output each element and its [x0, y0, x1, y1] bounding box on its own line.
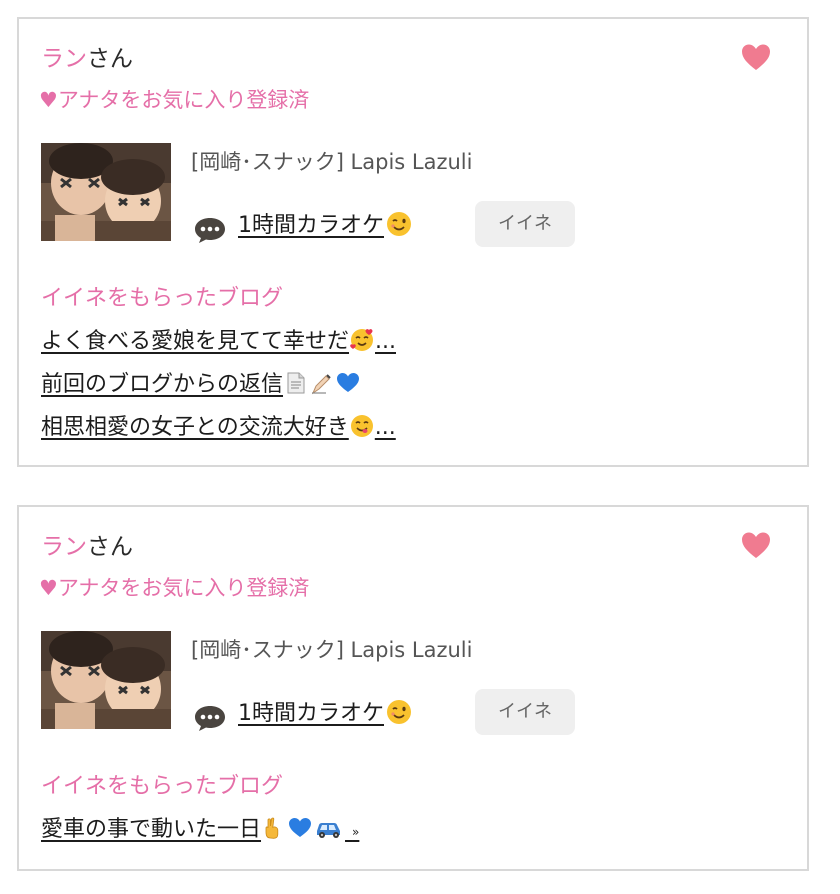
- list-item: 相思相愛の女子との交流大好き ...: [41, 413, 396, 456]
- user-name: ランさん: [41, 45, 133, 73]
- blog-title-ellipsis: ...: [374, 415, 396, 440]
- shop-name: [岡崎･スナック] Lapis Lazuli: [191, 638, 473, 662]
- post-title-link[interactable]: 1時間カラオケ: [238, 699, 412, 728]
- user-name-highlight: ラン: [41, 534, 87, 560]
- shop-name: [岡崎･スナック] Lapis Lazuli: [191, 150, 473, 174]
- profile-photo[interactable]: [41, 631, 171, 729]
- post-title-text: 1時間カラオケ: [238, 701, 384, 726]
- iine-button[interactable]: イイネ: [475, 201, 575, 247]
- list-item: よく食べる愛娘を見てて幸せだ ...: [41, 327, 396, 370]
- smiling-face-with-hearts-emoji: [350, 329, 374, 351]
- user-card: ランさん ♥アナタをお気に入り登録済 [岡崎･スナック] Lapis Lazul…: [17, 505, 809, 871]
- list-item: 前回のブログからの返信: [41, 370, 396, 413]
- liked-blogs-heading: イイネをもらったブログ: [41, 286, 284, 311]
- speech-bubble-icon: [195, 218, 225, 243]
- face-savoring-food-emoji: [350, 415, 373, 437]
- user-name-suffix: さん: [87, 534, 133, 560]
- user-name-highlight: ラン: [41, 46, 87, 72]
- favorite-status: ♥アナタをお気に入り登録済: [39, 576, 310, 600]
- car-emoji: [317, 823, 341, 838]
- blog-title: 相思相愛の女子との交流大好き: [41, 415, 349, 440]
- iine-button[interactable]: イイネ: [475, 689, 575, 735]
- heart-icon[interactable]: [741, 531, 771, 561]
- speech-bubble-icon: [195, 706, 225, 731]
- writing-hand-icon: [311, 374, 331, 395]
- blog-link[interactable]: 愛車の事で動いた一日 »: [41, 817, 359, 842]
- liked-blog-list: 愛車の事で動いた一日 »: [41, 815, 359, 858]
- blog-title: 愛車の事で動いた一日: [41, 817, 262, 842]
- liked-blog-list: よく食べる愛娘を見てて幸せだ ... 前回のブログからの返信 相思相愛の女子との…: [41, 327, 396, 456]
- blog-title-ellipsis: ...: [375, 329, 396, 354]
- blog-title-ellipsis: »: [352, 825, 360, 839]
- blog-link[interactable]: 前回のブログからの返信: [41, 372, 361, 397]
- winking-face-emoji: [387, 700, 411, 724]
- user-card: ランさん ♥アナタをお気に入り登録済 [岡崎･スナック] Lapis Lazul…: [17, 17, 809, 467]
- crossed-fingers-emoji: [265, 817, 279, 839]
- blue-heart-emoji: [289, 818, 312, 837]
- blog-title: 前回のブログからの返信: [41, 372, 284, 397]
- favorite-status: ♥アナタをお気に入り登録済: [39, 88, 310, 112]
- liked-blogs-heading: イイネをもらったブログ: [41, 774, 284, 799]
- post-title-link[interactable]: 1時間カラオケ: [238, 211, 412, 240]
- user-name: ランさん: [41, 533, 133, 561]
- blue-heart-emoji: [337, 373, 360, 392]
- user-name-suffix: さん: [87, 46, 133, 72]
- page-icon: [287, 372, 305, 394]
- heart-icon[interactable]: [741, 43, 771, 73]
- winking-face-emoji: [387, 212, 411, 236]
- blog-title: よく食べる愛娘を見てて幸せだ: [41, 329, 350, 354]
- blog-link[interactable]: 相思相愛の女子との交流大好き ...: [41, 415, 396, 440]
- list-item: 愛車の事で動いた一日 »: [41, 815, 359, 858]
- post-title-text: 1時間カラオケ: [238, 213, 384, 238]
- blog-link[interactable]: よく食べる愛娘を見てて幸せだ ...: [41, 329, 396, 354]
- profile-photo[interactable]: [41, 143, 171, 241]
